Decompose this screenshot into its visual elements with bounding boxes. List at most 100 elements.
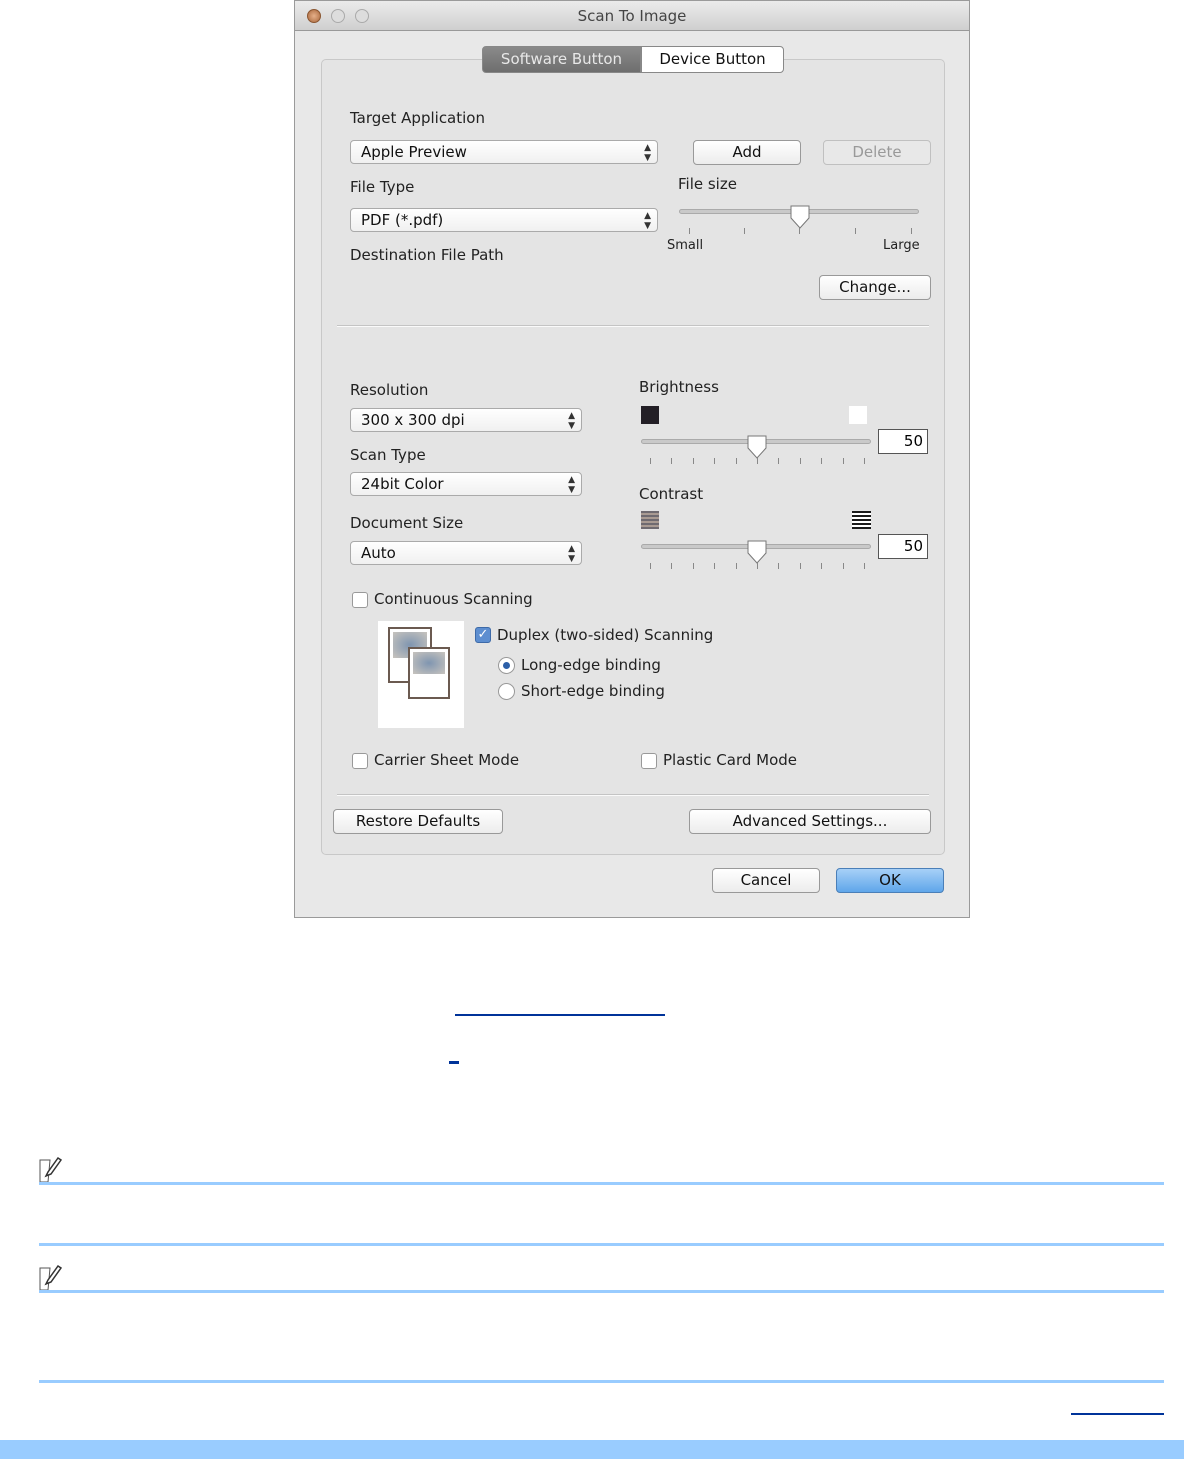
long-edge-label: Long-edge binding (521, 656, 661, 674)
tick (855, 228, 856, 234)
advanced-settings-button[interactable]: Advanced Settings... (689, 809, 931, 834)
contrast-ticks (650, 563, 865, 569)
tick (671, 563, 673, 569)
short-edge-radio[interactable] (498, 683, 515, 700)
scan-type-select[interactable]: 24bit Color ▲ ▼ (350, 472, 582, 496)
light-square-icon (849, 406, 867, 424)
select-value: 24bit Color (361, 475, 444, 493)
tick (821, 563, 823, 569)
select-value: 300 x 300 dpi (361, 411, 465, 429)
tick (756, 563, 758, 569)
note-rule (39, 1182, 1164, 1185)
title-bar[interactable]: Scan To Image (295, 1, 969, 31)
link-underline[interactable] (449, 1061, 459, 1064)
tick (821, 458, 823, 464)
tick (744, 228, 745, 234)
file-type-label: File Type (350, 178, 415, 196)
tick (842, 458, 844, 464)
tick (799, 458, 801, 464)
tick (714, 563, 716, 569)
tick (650, 563, 651, 569)
tick (692, 563, 694, 569)
file-size-slider-thumb[interactable] (789, 204, 811, 230)
destination-path-label: Destination File Path (350, 246, 504, 264)
ok-button[interactable]: OK (836, 868, 944, 893)
destination-path-field[interactable] (350, 276, 790, 300)
file-size-label: File size (678, 175, 737, 193)
add-button[interactable]: Add (693, 140, 801, 165)
file-size-max-label: Large (883, 238, 920, 253)
file-size-min-label: Small (667, 238, 704, 253)
high-contrast-icon (852, 511, 871, 529)
brightness-ticks (650, 458, 865, 464)
carrier-sheet-checkbox[interactable] (352, 753, 368, 769)
updown-icon: ▲ ▼ (568, 411, 575, 431)
target-application-select[interactable]: Apple Preview ▲ ▼ (350, 140, 658, 164)
tick (735, 563, 737, 569)
tick (778, 563, 780, 569)
target-application-label: Target Application (350, 109, 485, 127)
dark-square-icon (641, 406, 659, 424)
tick (735, 458, 737, 464)
select-value: Auto (361, 544, 396, 562)
duplex-checkbox[interactable]: ✓ (475, 627, 491, 643)
select-value: Apple Preview (361, 143, 467, 161)
link-underline[interactable] (455, 1014, 665, 1016)
tick (842, 563, 844, 569)
restore-defaults-button[interactable]: Restore Defaults (333, 809, 503, 834)
note-rule (39, 1380, 1164, 1383)
tick (863, 563, 865, 569)
plastic-card-checkbox[interactable] (641, 753, 657, 769)
contrast-value[interactable]: 50 (878, 534, 928, 559)
duplex-label: Duplex (two-sided) Scanning (497, 626, 714, 644)
updown-icon: ▲ ▼ (644, 143, 651, 163)
dialog-title: Scan To Image (577, 7, 687, 25)
page-icon (408, 647, 450, 699)
contrast-label: Contrast (639, 485, 704, 503)
note-pencil-icon (39, 1264, 63, 1291)
tab-software-button[interactable]: Software Button (482, 46, 641, 73)
tick (714, 458, 716, 464)
tick (671, 458, 673, 464)
footer-bar (0, 1440, 1184, 1459)
tick (799, 228, 800, 234)
brightness-value[interactable]: 50 (878, 429, 928, 454)
tick (863, 458, 865, 464)
delete-button[interactable]: Delete (823, 140, 931, 165)
resolution-select[interactable]: 300 x 300 dpi ▲ ▼ (350, 408, 582, 432)
note-pencil-icon (39, 1156, 63, 1183)
note-rule (39, 1290, 1164, 1293)
tick (650, 458, 651, 464)
plastic-card-label: Plastic Card Mode (663, 751, 798, 769)
resolution-label: Resolution (350, 381, 429, 399)
continuous-scanning-checkbox[interactable] (352, 592, 368, 608)
select-value: PDF (*.pdf) (361, 211, 444, 229)
continuous-scanning-label: Continuous Scanning (374, 590, 533, 608)
contrast-slider-thumb[interactable] (746, 539, 768, 565)
scan-to-image-dialog: Scan To Image Software Button Device But… (294, 0, 970, 918)
scan-type-label: Scan Type (350, 446, 426, 464)
link-underline[interactable] (1071, 1413, 1164, 1415)
note-rule (39, 1243, 1164, 1246)
updown-icon: ▲ ▼ (568, 544, 575, 564)
file-type-select[interactable]: PDF (*.pdf) ▲ ▼ (350, 208, 658, 232)
document-size-label: Document Size (350, 514, 464, 532)
tick (689, 228, 690, 234)
tick (778, 458, 780, 464)
tick (692, 458, 694, 464)
change-button[interactable]: Change... (819, 275, 931, 300)
brightness-slider-thumb[interactable] (746, 434, 768, 460)
long-edge-radio[interactable] (498, 657, 515, 674)
divider (337, 794, 929, 796)
tick (799, 563, 801, 569)
tick (756, 458, 758, 464)
short-edge-label: Short-edge binding (521, 682, 665, 700)
document-size-select[interactable]: Auto ▲ ▼ (350, 541, 582, 565)
tab-device-button[interactable]: Device Button (641, 46, 784, 73)
cancel-button[interactable]: Cancel (712, 868, 820, 893)
updown-icon: ▲ ▼ (644, 211, 651, 231)
updown-icon: ▲ ▼ (568, 475, 575, 495)
low-contrast-icon (641, 511, 659, 529)
divider (337, 325, 929, 327)
brightness-label: Brightness (639, 378, 719, 396)
